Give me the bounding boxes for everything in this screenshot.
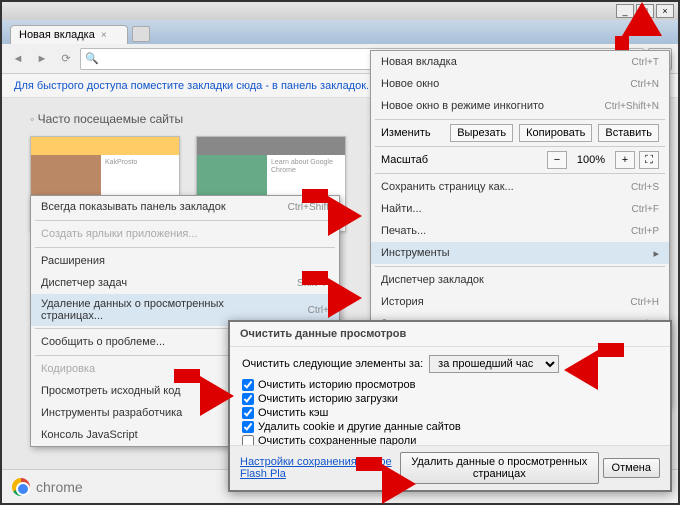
search-icon: 🔍 xyxy=(85,52,99,65)
menu-item[interactable]: Новое окно в режиме инкогнитоCtrl+Shift+… xyxy=(371,95,669,117)
menu-item[interactable]: Инструменты▸ xyxy=(371,242,669,264)
checkbox-label: Удалить cookie и другие данные сайтов xyxy=(258,421,461,433)
menu-item[interactable]: ИсторияCtrl+H xyxy=(371,291,669,313)
tab-title: Новая вкладка xyxy=(19,29,95,41)
copy-button[interactable]: Копировать xyxy=(519,124,592,142)
tab-strip: Новая вкладка × xyxy=(2,20,678,44)
checkbox[interactable] xyxy=(242,421,254,433)
menu-item[interactable]: Новое окноCtrl+N xyxy=(371,73,669,95)
reload-button[interactable]: ⟳ xyxy=(56,49,76,69)
period-label: Очистить следующие элементы за: xyxy=(242,358,423,370)
submenu-item: Создать ярлыки приложения... xyxy=(31,223,339,245)
paste-button[interactable]: Вставить xyxy=(598,124,659,142)
edit-row: ИзменитьВырезатьКопироватьВставить xyxy=(371,122,669,144)
checkbox-label: Очистить историю просмотров xyxy=(258,379,415,391)
fullscreen-button[interactable]: ⛶ xyxy=(639,151,659,169)
back-button[interactable]: ◄ xyxy=(8,49,28,69)
menu-item[interactable]: Сохранить страницу как...Ctrl+S xyxy=(371,176,669,198)
checkbox[interactable] xyxy=(242,407,254,419)
bookmarks-hint: Для быстрого доступа поместите закладки … xyxy=(14,80,369,92)
zoom-in-button[interactable]: + xyxy=(615,151,635,169)
zoom-row: Масштаб−100%+⛶ xyxy=(371,149,669,171)
checkbox-label: Очистить историю загрузки xyxy=(258,393,398,405)
checkbox[interactable] xyxy=(242,379,254,391)
window-titlebar: _ □ × xyxy=(2,2,678,20)
new-tab-button[interactable] xyxy=(132,26,150,42)
submenu-item[interactable]: Расширения xyxy=(31,250,339,272)
menu-item[interactable]: Диспетчер закладок xyxy=(371,269,669,291)
brand-label: chrome xyxy=(36,479,83,495)
cut-button[interactable]: Вырезать xyxy=(450,124,513,142)
submenu-item[interactable]: Диспетчер задачShift+F xyxy=(31,272,339,294)
checkbox-row[interactable]: Удалить cookie и другие данные сайтов xyxy=(242,421,658,433)
zoom-value: 100% xyxy=(571,154,611,166)
cancel-button[interactable]: Отмена xyxy=(603,458,660,478)
chrome-logo-icon xyxy=(12,478,30,496)
checkbox[interactable] xyxy=(242,393,254,405)
checkbox-row[interactable]: Очистить кэш xyxy=(242,407,658,419)
clear-data-button[interactable]: Удалить данные о просмотренных страницах xyxy=(400,452,599,484)
zoom-out-button[interactable]: − xyxy=(547,151,567,169)
submenu-item[interactable]: Всегда показывать панель закладокCtrl+Sh… xyxy=(31,196,339,218)
checkbox-label: Очистить кэш xyxy=(258,407,328,419)
menu-item[interactable]: Новая вкладкаCtrl+T xyxy=(371,51,669,73)
close-tab-icon[interactable]: × xyxy=(101,30,107,41)
browser-tab[interactable]: Новая вкладка × xyxy=(10,25,128,44)
period-select[interactable]: за прошедший час xyxy=(429,355,559,373)
checkbox-row[interactable]: Очистить историю загрузки xyxy=(242,393,658,405)
menu-item[interactable]: Найти...Ctrl+F xyxy=(371,198,669,220)
menu-item[interactable]: Печать...Ctrl+P xyxy=(371,220,669,242)
forward-button[interactable]: ► xyxy=(32,49,52,69)
